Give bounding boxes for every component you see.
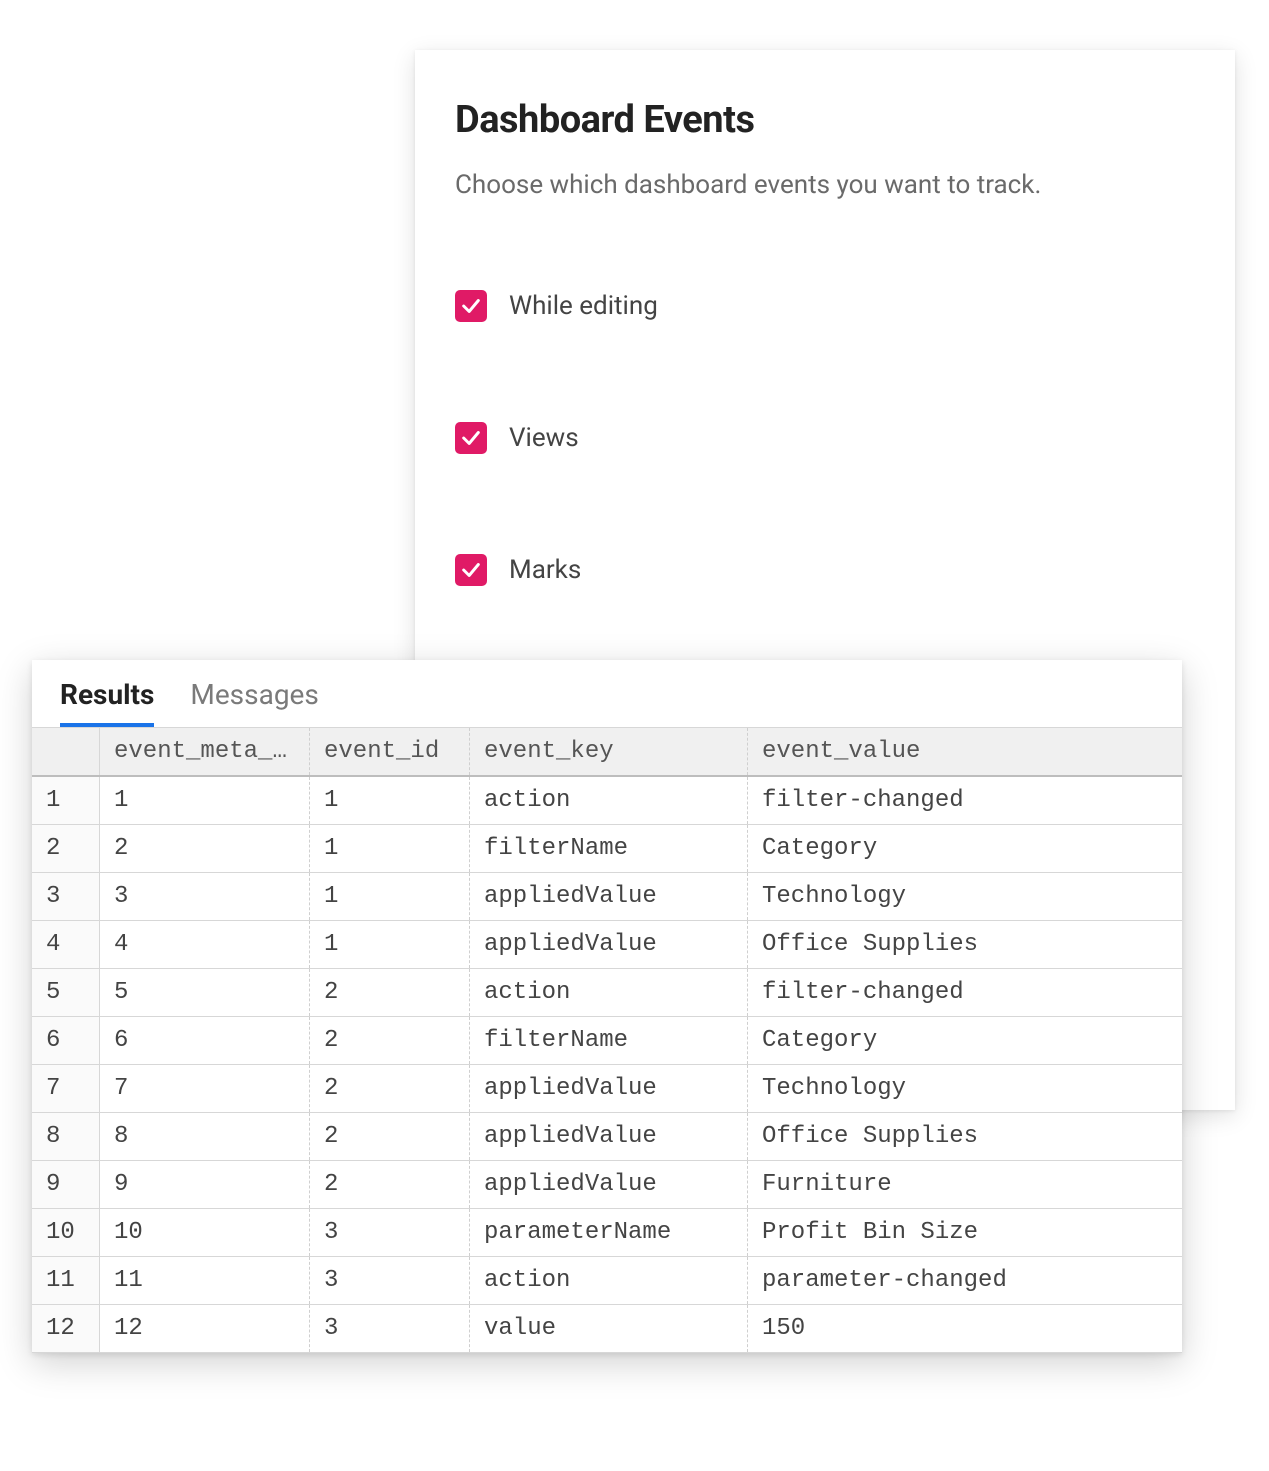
table-row[interactable]: 662filterNameCategory (32, 1017, 1182, 1065)
cell-event_id: 1 (310, 777, 470, 824)
cell-event_value: Technology (748, 873, 1182, 920)
cell-event_meta_id: 11 (100, 1257, 310, 1304)
card-title: Dashboard Events (455, 98, 1195, 142)
row-number-cell: 9 (32, 1161, 100, 1208)
row-number-cell: 11 (32, 1257, 100, 1304)
cell-event_id: 2 (310, 969, 470, 1016)
row-number-cell: 4 (32, 921, 100, 968)
cell-event_value: filter-changed (748, 777, 1182, 824)
cell-event_value: Technology (748, 1065, 1182, 1112)
cell-event_key: appliedValue (470, 921, 748, 968)
tab-messages[interactable]: Messages (190, 672, 318, 727)
table-row[interactable]: 221filterNameCategory (32, 825, 1182, 873)
cell-event_meta_id: 10 (100, 1209, 310, 1256)
tab-results[interactable]: Results (60, 672, 154, 727)
cell-event_id: 2 (310, 1065, 470, 1112)
option-label: Marks (509, 555, 581, 585)
cell-event_meta_id: 7 (100, 1065, 310, 1112)
cell-event_id: 1 (310, 873, 470, 920)
option-while-editing[interactable]: While editing (455, 290, 1195, 322)
cell-event_id: 3 (310, 1305, 470, 1352)
cell-event_value: Furniture (748, 1161, 1182, 1208)
cell-event_key: action (470, 1257, 748, 1304)
table-row[interactable]: 552actionfilter-changed (32, 969, 1182, 1017)
cell-event_meta_id: 6 (100, 1017, 310, 1064)
row-number-cell: 3 (32, 873, 100, 920)
results-tab-bar: Results Messages (32, 660, 1182, 727)
cell-event_id: 3 (310, 1209, 470, 1256)
cell-event_meta_id: 2 (100, 825, 310, 872)
cell-event_value: 150 (748, 1305, 1182, 1352)
column-header[interactable]: event_id (310, 728, 470, 775)
cell-event_value: Office Supplies (748, 1113, 1182, 1160)
grid-corner-cell (32, 728, 100, 775)
cell-event_id: 3 (310, 1257, 470, 1304)
cell-event_key: action (470, 777, 748, 824)
table-row[interactable]: 111actionfilter-changed (32, 777, 1182, 825)
table-row[interactable]: 992appliedValueFurniture (32, 1161, 1182, 1209)
checkbox-checked-icon[interactable] (455, 554, 487, 586)
cell-event_id: 2 (310, 1017, 470, 1064)
table-row[interactable]: 772appliedValueTechnology (32, 1065, 1182, 1113)
cell-event_key: action (470, 969, 748, 1016)
row-number-cell: 7 (32, 1065, 100, 1112)
checkbox-checked-icon[interactable] (455, 290, 487, 322)
cell-event_key: appliedValue (470, 1065, 748, 1112)
cell-event_value: Profit Bin Size (748, 1209, 1182, 1256)
row-number-cell: 6 (32, 1017, 100, 1064)
column-header[interactable]: event_key (470, 728, 748, 775)
row-number-cell: 10 (32, 1209, 100, 1256)
cell-event_value: filter-changed (748, 969, 1182, 1016)
cell-event_key: appliedValue (470, 1161, 748, 1208)
cell-event_key: value (470, 1305, 748, 1352)
option-views[interactable]: Views (455, 422, 1195, 454)
table-row[interactable]: 12123value150 (32, 1305, 1182, 1353)
option-label: While editing (509, 291, 658, 321)
table-row[interactable]: 441appliedValueOffice Supplies (32, 921, 1182, 969)
cell-event_meta_id: 3 (100, 873, 310, 920)
cell-event_value: Office Supplies (748, 921, 1182, 968)
row-number-cell: 8 (32, 1113, 100, 1160)
cell-event_meta_id: 12 (100, 1305, 310, 1352)
column-header[interactable]: event_value (748, 728, 1182, 775)
cell-event_key: appliedValue (470, 1113, 748, 1160)
event-options-list: While editing Views Marks (455, 290, 1195, 586)
results-grid: event_meta_id event_id event_key event_v… (32, 727, 1182, 1353)
grid-header-row: event_meta_id event_id event_key event_v… (32, 727, 1182, 777)
cell-event_key: appliedValue (470, 873, 748, 920)
row-number-cell: 1 (32, 777, 100, 824)
card-description: Choose which dashboard events you want t… (455, 170, 1195, 200)
cell-event_meta_id: 8 (100, 1113, 310, 1160)
cell-event_value: Category (748, 1017, 1182, 1064)
column-header[interactable]: event_meta_id (100, 728, 310, 775)
table-row[interactable]: 331appliedValueTechnology (32, 873, 1182, 921)
checkbox-checked-icon[interactable] (455, 422, 487, 454)
results-panel: Results Messages event_meta_id event_id … (32, 660, 1182, 1353)
table-row[interactable]: 10103parameterNameProfit Bin Size (32, 1209, 1182, 1257)
cell-event_key: filterName (470, 1017, 748, 1064)
table-row[interactable]: 882appliedValueOffice Supplies (32, 1113, 1182, 1161)
cell-event_meta_id: 1 (100, 777, 310, 824)
row-number-cell: 2 (32, 825, 100, 872)
cell-event_key: filterName (470, 825, 748, 872)
cell-event_id: 2 (310, 1161, 470, 1208)
cell-event_id: 1 (310, 921, 470, 968)
cell-event_value: Category (748, 825, 1182, 872)
cell-event_value: parameter-changed (748, 1257, 1182, 1304)
cell-event_meta_id: 5 (100, 969, 310, 1016)
table-row[interactable]: 11113actionparameter-changed (32, 1257, 1182, 1305)
option-marks[interactable]: Marks (455, 554, 1195, 586)
cell-event_meta_id: 4 (100, 921, 310, 968)
row-number-cell: 5 (32, 969, 100, 1016)
option-label: Views (509, 423, 579, 453)
row-number-cell: 12 (32, 1305, 100, 1352)
cell-event_meta_id: 9 (100, 1161, 310, 1208)
cell-event_key: parameterName (470, 1209, 748, 1256)
cell-event_id: 1 (310, 825, 470, 872)
cell-event_id: 2 (310, 1113, 470, 1160)
